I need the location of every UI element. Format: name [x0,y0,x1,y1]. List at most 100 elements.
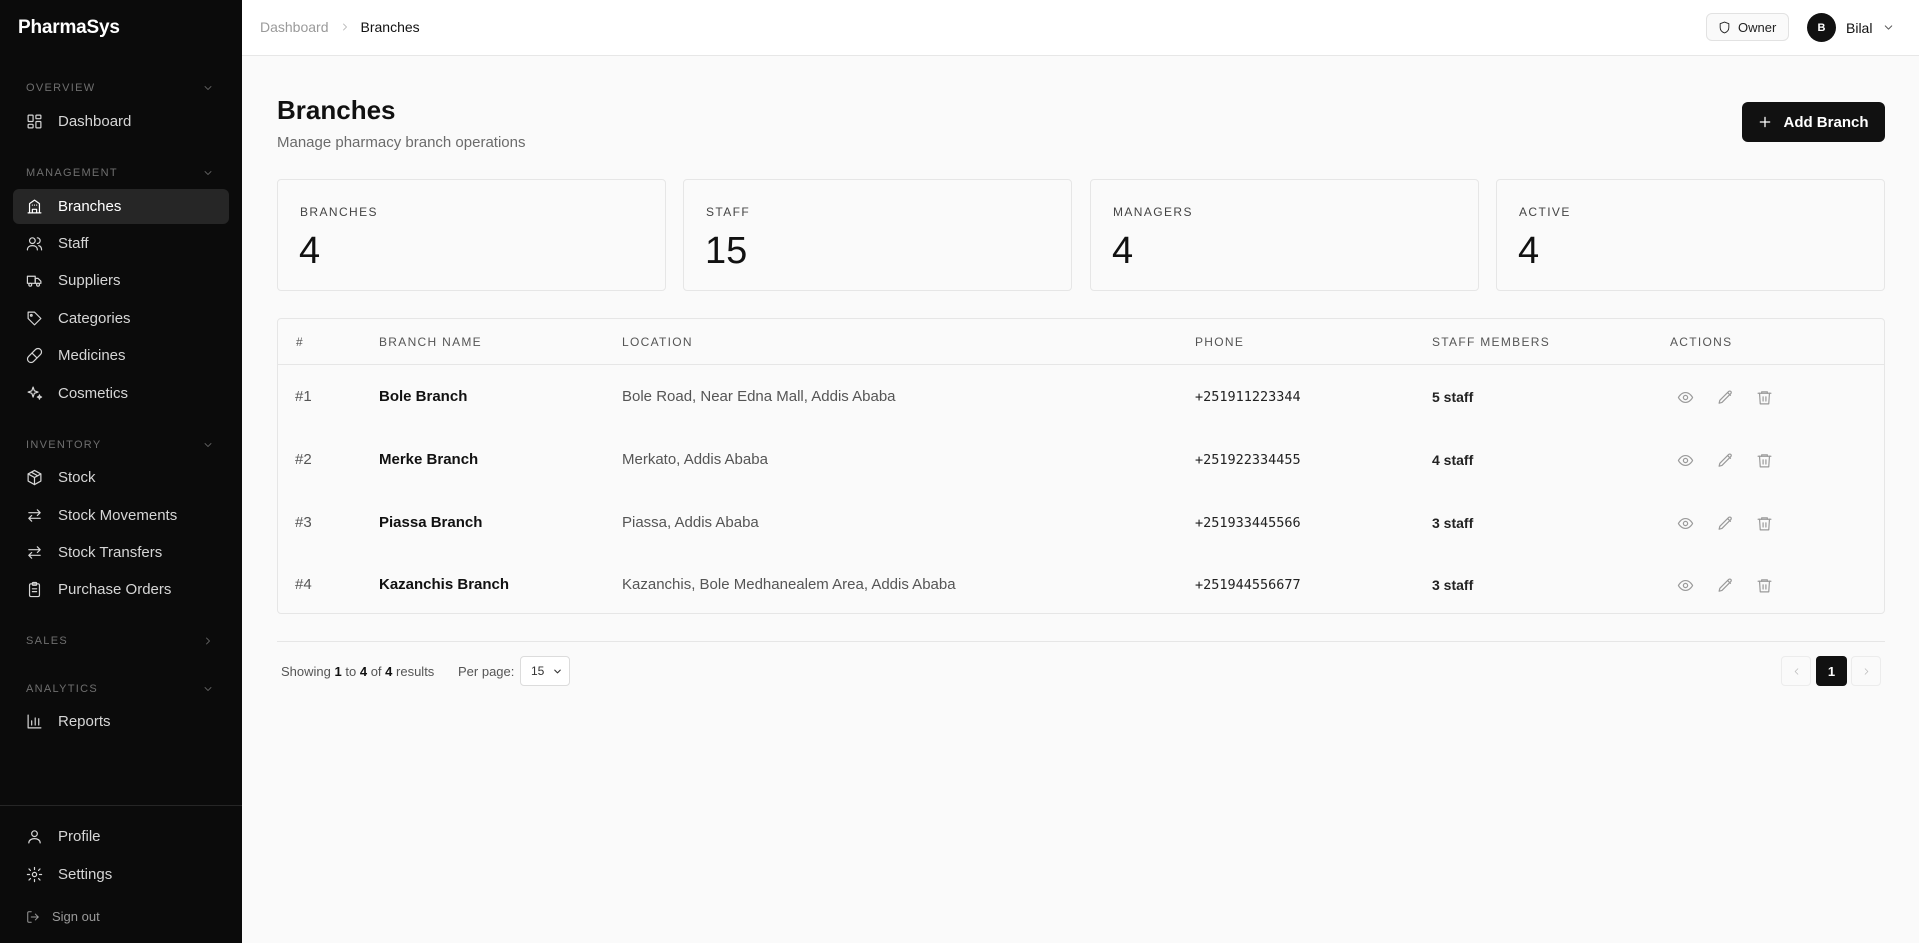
showing-total: 4 [385,664,393,679]
stat-value: 4 [1112,230,1134,272]
branch-name: Bole Branch [379,388,468,405]
sidebar-item-reports[interactable]: Reports [13,704,229,739]
sidebar-item-label: Stock Transfers [58,544,163,561]
pencil-icon[interactable] [1717,577,1734,594]
section-management-label: MANAGEMENT [26,167,118,179]
table-row[interactable]: #2 Merke Branch Merkato, Addis Ababa +25… [278,428,1884,490]
sidebar-item-staff[interactable]: Staff [13,226,229,261]
sidebar-item-cosmetics[interactable]: Cosmetics [13,376,229,411]
sidebar-item-stock-transfers[interactable]: Stock Transfers [13,535,229,570]
users-icon [26,237,43,251]
trash-icon[interactable] [1756,515,1773,532]
eye-icon[interactable] [1677,577,1694,594]
app-logo[interactable]: PharmaSys [18,17,120,39]
building-icon [27,199,42,214]
add-branch-button[interactable]: Add Branch [1742,102,1885,142]
row-number: #4 [295,576,312,593]
chevron-down-icon [204,687,212,691]
sidebar-item-label: Stock [58,469,96,486]
add-branch-label: Add Branch [1783,113,1869,131]
branch-location: Piassa, Addis Ababa [622,514,759,531]
eye-icon[interactable] [1677,452,1694,469]
sidebar-item-label: Settings [58,866,113,883]
section-analytics-label: ANALYTICS [26,683,99,695]
sidebar-item-label: Stock Movements [58,507,178,524]
arrows-left-right-icon [28,509,41,522]
breadcrumb: Dashboard Branches [260,19,420,35]
row-number: #1 [295,388,312,405]
chevron-down-icon [1885,25,1893,30]
stat-label: BRANCHES [300,205,378,219]
stat-value: 4 [299,230,321,272]
sidebar-item-label: Medicines [58,347,126,364]
pill-icon [26,347,43,364]
sidebar-item-label: Reports [58,713,111,730]
sidebar-item-settings[interactable]: Settings [13,857,229,892]
sidebar-item-suppliers[interactable]: Suppliers [13,263,229,298]
pencil-icon[interactable] [1717,389,1734,406]
breadcrumb-dashboard[interactable]: Dashboard [260,19,329,35]
page-button-current[interactable]: 1 [1816,656,1847,686]
gear-icon [26,866,43,883]
role-label: Owner [1738,19,1777,35]
branch-phone: +251922334455 [1195,452,1301,468]
sidebar-item-stock[interactable]: Stock [13,460,229,495]
sidebar-item-dashboard[interactable]: Dashboard [13,104,229,139]
pencil-icon[interactable] [1717,515,1734,532]
staff-count: 5 staff [1432,389,1474,405]
truck-icon [26,275,42,287]
table-row[interactable]: #3 Piassa Branch Piassa, Addis Ababa +25… [278,491,1884,553]
avatar: B [1807,13,1836,42]
prev-page-button[interactable] [1781,656,1811,686]
grid-icon [27,114,42,129]
branch-location: Merkato, Addis Ababa [622,451,768,468]
divider [277,641,1885,642]
sidebar-item-medicines[interactable]: Medicines [13,338,229,373]
sign-out-button[interactable]: Sign out [13,899,229,934]
table-row[interactable]: #1 Bole Branch Bole Road, Near Edna Mall… [278,365,1884,427]
showing-of-word: of [370,664,382,679]
bar-chart-icon [27,714,42,729]
section-management[interactable]: MANAGEMENT [26,166,214,180]
stat-value: 4 [1518,230,1540,272]
trash-icon[interactable] [1756,452,1773,469]
stat-card-managers: MANAGERS 4 [1090,179,1479,291]
sidebar-item-purchase-orders[interactable]: Purchase Orders [13,572,229,607]
table-row[interactable]: #4 Kazanchis Branch Kazanchis, Bole Medh… [278,553,1884,615]
pencil-icon[interactable] [1717,452,1734,469]
sidebar: PharmaSys OVERVIEW Dashboard MANAGEMENT … [0,0,242,943]
branch-phone: +251911223344 [1195,389,1301,405]
eye-icon[interactable] [1677,515,1694,532]
branch-name: Piassa Branch [379,514,483,531]
section-inventory[interactable]: INVENTORY [26,438,214,452]
section-analytics[interactable]: ANALYTICS [26,682,214,696]
column-header-branch-name: BRANCH NAME [379,335,482,349]
column-header-actions: ACTIONS [1670,335,1733,349]
trash-icon[interactable] [1756,577,1773,594]
eye-icon[interactable] [1677,389,1694,406]
sidebar-divider [0,805,242,806]
package-icon [27,469,42,486]
column-header-location: LOCATION [622,335,693,349]
chevron-right-icon [206,637,210,645]
sidebar-item-profile[interactable]: Profile [13,819,229,854]
sidebar-item-label: Staff [58,235,89,252]
per-page-select[interactable]: 15 [520,656,570,686]
next-page-button[interactable] [1851,656,1881,686]
sidebar-item-stock-movements[interactable]: Stock Movements [13,498,229,533]
sign-out-label: Sign out [52,909,100,924]
section-sales[interactable]: SALES [26,634,214,648]
trash-icon[interactable] [1756,389,1773,406]
chevron-right-icon [1864,667,1868,675]
section-overview[interactable]: OVERVIEW [26,81,214,95]
stat-card-active: ACTIVE 4 [1496,179,1885,291]
sidebar-item-categories[interactable]: Categories [13,301,229,336]
sidebar-item-branches[interactable]: Branches [13,189,229,224]
chevron-down-icon [204,443,212,447]
section-inventory-label: INVENTORY [26,439,102,451]
log-out-icon [27,910,39,923]
user-menu[interactable]: B Bilal [1807,13,1895,42]
branch-name: Kazanchis Branch [379,576,510,593]
sidebar-item-label: Purchase Orders [58,581,172,598]
branch-phone: +251933445566 [1195,515,1301,531]
